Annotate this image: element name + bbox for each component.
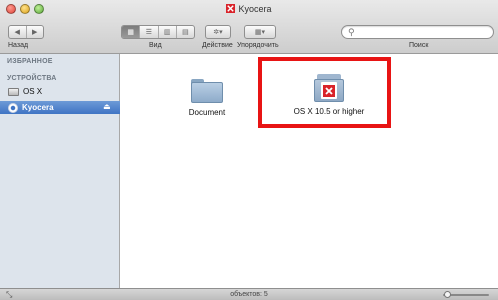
forward-arrow-icon: ▶ [32, 29, 38, 36]
icon-size-slider-knob[interactable] [444, 291, 451, 298]
arrange-grid-icon: ▦▾ [254, 29, 266, 36]
list-icon: ☰ [145, 29, 153, 36]
list-view-button[interactable]: ☰ [140, 26, 159, 38]
action-menu-button[interactable]: ✲▾ [205, 25, 231, 39]
search-field[interactable]: ⚲ [341, 25, 494, 39]
arrange-cell: ▦▾ [245, 26, 275, 38]
status-bar: ⤡ объектов: 5 [0, 288, 498, 300]
sidebar-item-label: OS X [23, 87, 43, 96]
icon-view-button[interactable]: ▦ [122, 26, 141, 38]
file-label: Document [188, 108, 226, 117]
highlight-box [258, 57, 391, 128]
search-icon: ⚲ [348, 27, 355, 37]
hard-disk-icon [8, 87, 19, 96]
action-cell: ✲▾ [206, 26, 230, 38]
arrange-label: Упорядочить [237, 42, 279, 49]
file-item-document[interactable]: Document [179, 79, 235, 117]
coverflow-icon: ▤ [182, 29, 189, 36]
view-mode-control: ▦ ☰ ▥ ▤ [121, 25, 195, 39]
forward-button[interactable]: ▶ [27, 26, 44, 38]
sidebar-item-kyocera[interactable]: Kyocera ⏏ [0, 101, 120, 114]
coverflow-view-button[interactable]: ▤ [177, 26, 194, 38]
columns-icon: ▥ [163, 29, 171, 36]
view-label: Вид [149, 42, 162, 49]
kyocera-logo-icon [226, 4, 236, 13]
column-view-button[interactable]: ▥ [159, 26, 177, 38]
item-count: объектов: 5 [230, 291, 268, 298]
gear-icon: ✲▾ [213, 29, 223, 36]
favorites-header: ИЗБРАННОЕ [7, 58, 53, 65]
icon-grid-icon: ▦ [127, 29, 134, 36]
window-title-text: Kyocera [238, 4, 272, 14]
devices-header: УСТРОЙСТВА [7, 75, 57, 82]
eject-icon[interactable]: ⏏ [103, 102, 111, 111]
window-title: Kyocera [0, 4, 498, 14]
cd-icon [8, 102, 18, 113]
folder-body [191, 82, 223, 103]
search-label: Поиск [409, 42, 429, 49]
folder-icon [191, 79, 223, 103]
back-arrow-icon: ◀ [14, 29, 20, 36]
sidebar-item-label: Kyocera [22, 103, 54, 112]
finder-window: Kyocera ◀ ▶ ▦ ☰ ▥ ▤ ✲▾ ▦▾ ⚲ Назад Вид Де… [0, 0, 498, 300]
arrange-menu-button[interactable]: ▦▾ [244, 25, 276, 39]
toolbar: Kyocera ◀ ▶ ▦ ☰ ▥ ▤ ✲▾ ▦▾ ⚲ Назад Вид Де… [0, 0, 498, 54]
action-label: Действие [202, 42, 233, 49]
back-label: Назад [8, 42, 29, 49]
sidebar-item-os-x[interactable]: OS X [0, 85, 120, 98]
sidebar: ИЗБРАННОЕ УСТРОЙСТВА OS X Kyocera ⏏ [0, 54, 120, 288]
back-button[interactable]: ◀ [9, 26, 27, 38]
back-forward-control: ◀ ▶ [8, 25, 44, 39]
